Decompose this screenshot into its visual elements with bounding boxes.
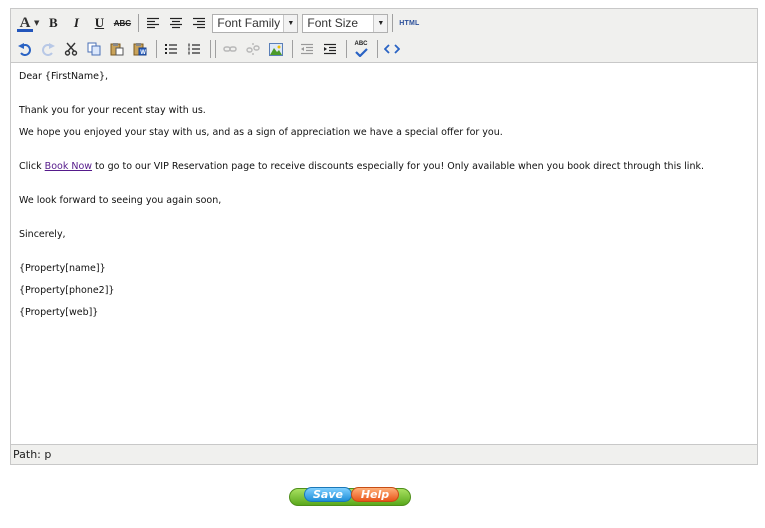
toolbar-separator xyxy=(392,14,394,32)
copy-icon xyxy=(87,42,101,56)
path-label: Path: p xyxy=(13,448,52,461)
redo-button[interactable] xyxy=(38,39,58,59)
editor-content[interactable]: Dear {FirstName}, Thank you for your rec… xyxy=(11,63,757,444)
insert-link-button[interactable] xyxy=(220,39,240,59)
align-left-icon xyxy=(147,17,160,29)
font-size-value: Font Size xyxy=(307,16,359,30)
paste-word-button[interactable]: W xyxy=(130,39,150,59)
paste-button[interactable] xyxy=(107,39,127,59)
indent-icon xyxy=(324,43,336,55)
font-size-select[interactable]: Font Size ▼ xyxy=(302,13,389,33)
click-suffix: to go to our VIP Reservation page to rec… xyxy=(92,161,704,172)
toolbar-separator xyxy=(346,40,347,58)
book-now-link[interactable]: Book Now xyxy=(45,161,92,172)
align-center-icon xyxy=(170,17,183,29)
cut-button[interactable] xyxy=(61,39,81,59)
look-forward-line: We look forward to seeing you again soon… xyxy=(19,195,222,206)
italic-button[interactable]: I xyxy=(66,13,86,33)
clipboard-icon xyxy=(110,43,124,56)
outdent-icon xyxy=(301,43,313,55)
paste-word-icon: W xyxy=(133,43,147,56)
scissors-icon xyxy=(64,42,78,56)
font-color-button[interactable]: A xyxy=(15,13,35,33)
numbered-list-button[interactable] xyxy=(184,39,204,59)
strikethrough-icon: ABC xyxy=(113,18,132,28)
save-button[interactable]: Save xyxy=(304,487,352,502)
insert-image-button[interactable] xyxy=(266,39,286,59)
unlink-icon xyxy=(246,43,260,55)
toolbar-separator xyxy=(377,40,378,58)
path-statusbar: Path: p xyxy=(11,444,757,464)
svg-text:W: W xyxy=(140,50,146,56)
save-label: Save xyxy=(313,488,343,501)
closing-line: Sincerely, xyxy=(19,229,66,240)
italic-icon: I xyxy=(73,15,79,30)
toolbar-separator xyxy=(156,40,157,58)
action-buttons: Save Help xyxy=(289,487,411,507)
click-paragraph: Click Book Now to go to our VIP Reservat… xyxy=(19,161,749,173)
redo-icon xyxy=(42,42,55,56)
align-right-button[interactable] xyxy=(189,13,209,33)
toolbar-separator xyxy=(292,40,293,58)
undo-icon xyxy=(18,42,31,56)
copy-button[interactable] xyxy=(84,39,104,59)
toolbar-row-2: W ABC xyxy=(11,36,757,62)
help-button[interactable]: Help xyxy=(351,487,399,502)
strikethrough-button[interactable]: ABC xyxy=(112,13,132,33)
thank-you-line: Thank you for your recent stay with us. xyxy=(19,105,206,116)
bold-icon: B xyxy=(49,15,58,30)
toolbar-separator xyxy=(138,14,140,32)
font-family-select[interactable]: Font Family ▼ xyxy=(212,13,299,33)
greeting-line: Dear {FirstName}, xyxy=(19,71,109,82)
editor-toolbar: A ▼ B I U ABC Font Family ▼ Font Size ▼ … xyxy=(11,9,757,63)
image-icon xyxy=(269,42,283,56)
toolbar-separator xyxy=(215,40,216,58)
check-icon xyxy=(355,48,368,57)
font-family-value: Font Family xyxy=(217,16,281,30)
source-code-button[interactable] xyxy=(382,39,402,59)
html-icon: HTML xyxy=(399,19,420,27)
toolbar-row-1: A ▼ B I U ABC Font Family ▼ Font Size ▼ … xyxy=(11,9,757,36)
link-icon xyxy=(223,46,237,52)
bullet-list-icon xyxy=(165,44,177,54)
bold-button[interactable]: B xyxy=(43,13,63,33)
align-right-icon xyxy=(193,17,206,29)
underline-icon: U xyxy=(94,15,105,30)
font-color-swatch xyxy=(17,29,33,32)
toolbar-separator xyxy=(210,40,211,58)
align-center-button[interactable] xyxy=(166,13,186,33)
numbered-list-icon xyxy=(188,43,200,55)
unlink-button[interactable] xyxy=(243,39,263,59)
code-icon xyxy=(384,44,400,54)
chevron-down-icon: ▼ xyxy=(373,14,388,32)
bullet-list-button[interactable] xyxy=(161,39,181,59)
offer-line: We hope you enjoyed your stay with us, a… xyxy=(19,127,503,138)
align-left-button[interactable] xyxy=(143,13,163,33)
undo-button[interactable] xyxy=(15,39,35,59)
click-prefix: Click xyxy=(19,161,45,172)
spellcheck-button[interactable]: ABC xyxy=(351,39,371,59)
chevron-down-icon: ▼ xyxy=(283,14,298,32)
property-web: {Property[web]} xyxy=(19,307,99,318)
rich-text-editor: A ▼ B I U ABC Font Family ▼ Font Size ▼ … xyxy=(10,8,758,465)
spellcheck-label: ABC xyxy=(354,41,368,47)
underline-button[interactable]: U xyxy=(89,13,109,33)
indent-button[interactable] xyxy=(320,39,340,59)
property-phone: {Property[phone2]} xyxy=(19,285,115,296)
outdent-button[interactable] xyxy=(297,39,317,59)
html-source-button[interactable]: HTML xyxy=(397,13,421,33)
help-label: Help xyxy=(360,488,390,501)
property-name: {Property[name]} xyxy=(19,263,106,274)
